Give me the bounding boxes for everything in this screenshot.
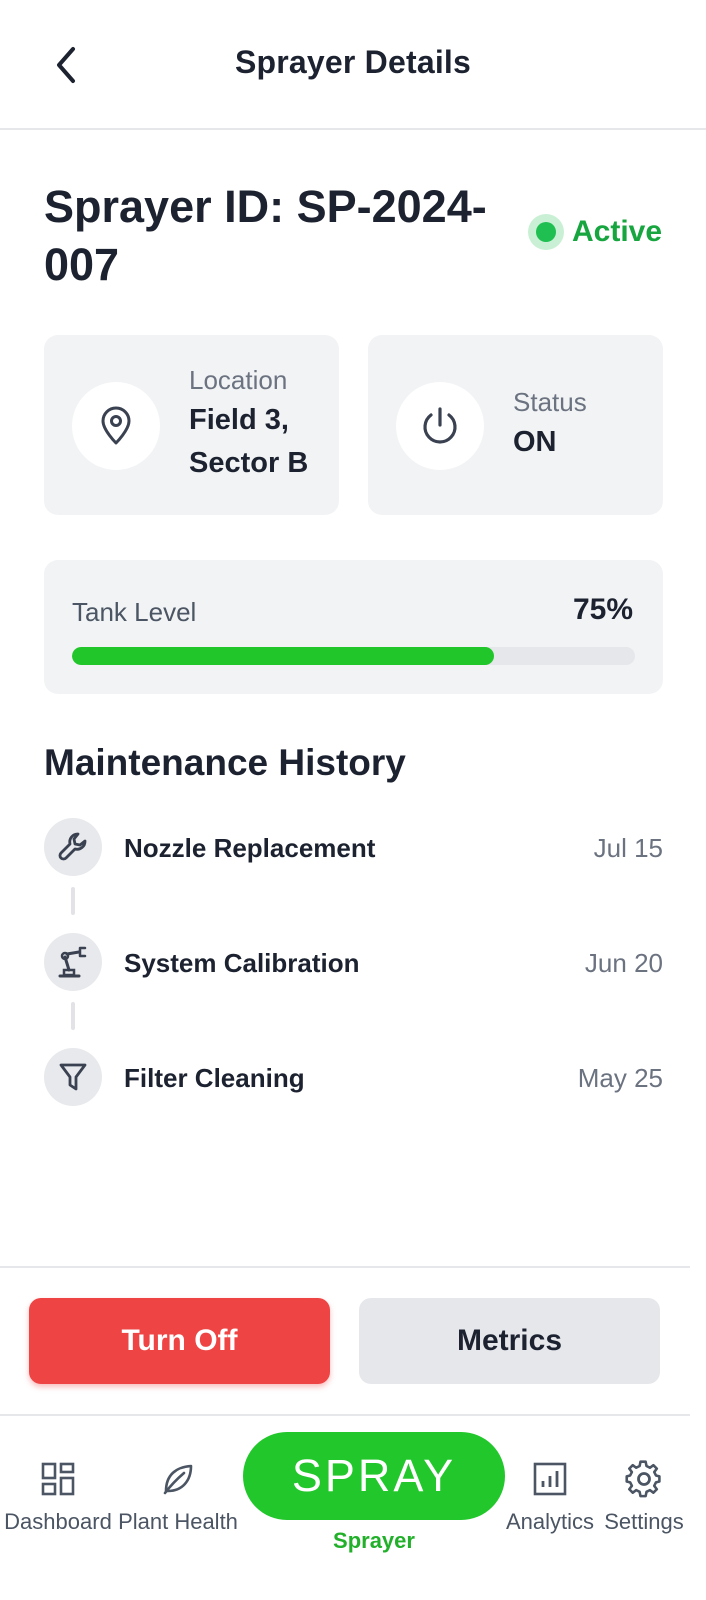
power-icon-wrap [396,382,484,470]
nav-item-dashboard[interactable]: Dashboard [0,1416,116,1535]
nav-item-settings[interactable]: Settings [600,1416,688,1535]
history-item-nozzle-replacement[interactable]: Nozzle Replacement Jul 15 [44,818,663,876]
tank-level-label: Tank Level [72,597,197,627]
location-icon-wrap [72,382,160,470]
status-dot-icon [528,214,564,250]
wrench-icon-wrap [44,818,102,876]
turn-off-button[interactable]: Turn Off [29,1298,330,1384]
top-bar: Sprayer Details [0,0,706,130]
status-badge-label: Active [572,215,663,248]
nav-item-analytics[interactable]: Analytics [500,1416,600,1535]
history-item-date: May 25 [577,1063,663,1093]
timeline-connector [71,887,75,915]
sprayer-id-heading: Sprayer ID: SP-2024-007 [44,181,487,290]
location-label: Location [189,365,288,395]
history-item-system-calibration[interactable]: System Calibration Jun 20 [44,933,663,991]
bottom-navigation: Dashboard Plant Health SPRAY Sprayer Ana… [0,1414,690,1600]
tank-level-card: Tank Level 75% [44,560,663,694]
nav-label-sprayer: Sprayer [333,1528,415,1553]
location-value-line2: Sector B [189,447,309,479]
maintenance-history-title: Maintenance History [44,742,406,783]
page-title: Sprayer Details [234,44,471,80]
robot-arm-icon [58,946,87,978]
wrench-icon [58,832,87,861]
nav-label-settings: Settings [604,1509,684,1534]
gear-icon [625,1460,661,1498]
nav-label-analytics: Analytics [505,1509,595,1534]
history-item-name: Filter Cleaning [124,1063,305,1093]
tank-level-bar [72,647,635,665]
status-value: ON [513,426,557,458]
action-bar-divider [0,1266,690,1268]
tank-level-value: 75% [572,593,633,626]
history-item-name: Nozzle Replacement [124,833,376,863]
analytics-icon [533,1462,567,1496]
status-card: Status ON [368,335,663,515]
filter-icon-wrap [44,1048,102,1106]
history-item-date: Jun 20 [584,948,663,978]
status-label: Status [513,387,587,417]
filter-icon [59,1063,87,1091]
status-badge: Active [528,214,662,250]
timeline-connector [71,1002,75,1030]
history-item-name: System Calibration [124,948,360,978]
history-item-filter-cleaning[interactable]: Filter Cleaning May 25 [44,1048,663,1106]
robot-arm-icon-wrap [44,933,102,991]
location-card: Location Field 3, Sector B [44,335,339,515]
metrics-button[interactable]: Metrics [359,1298,660,1384]
history-item-date: Jul 15 [593,833,663,863]
spray-button[interactable]: SPRAY [243,1432,505,1520]
nav-item-plant-health[interactable]: Plant Health [116,1416,240,1535]
dashboard-icon [41,1462,75,1496]
nav-label-plant-health: Plant Health [118,1509,238,1534]
map-pin-icon [101,406,131,445]
power-icon [423,407,457,444]
leaf-icon [163,1464,193,1495]
nav-label-dashboard: Dashboard [4,1509,112,1534]
location-value-line1: Field 3, [189,404,289,436]
tank-level-fill [72,647,495,665]
